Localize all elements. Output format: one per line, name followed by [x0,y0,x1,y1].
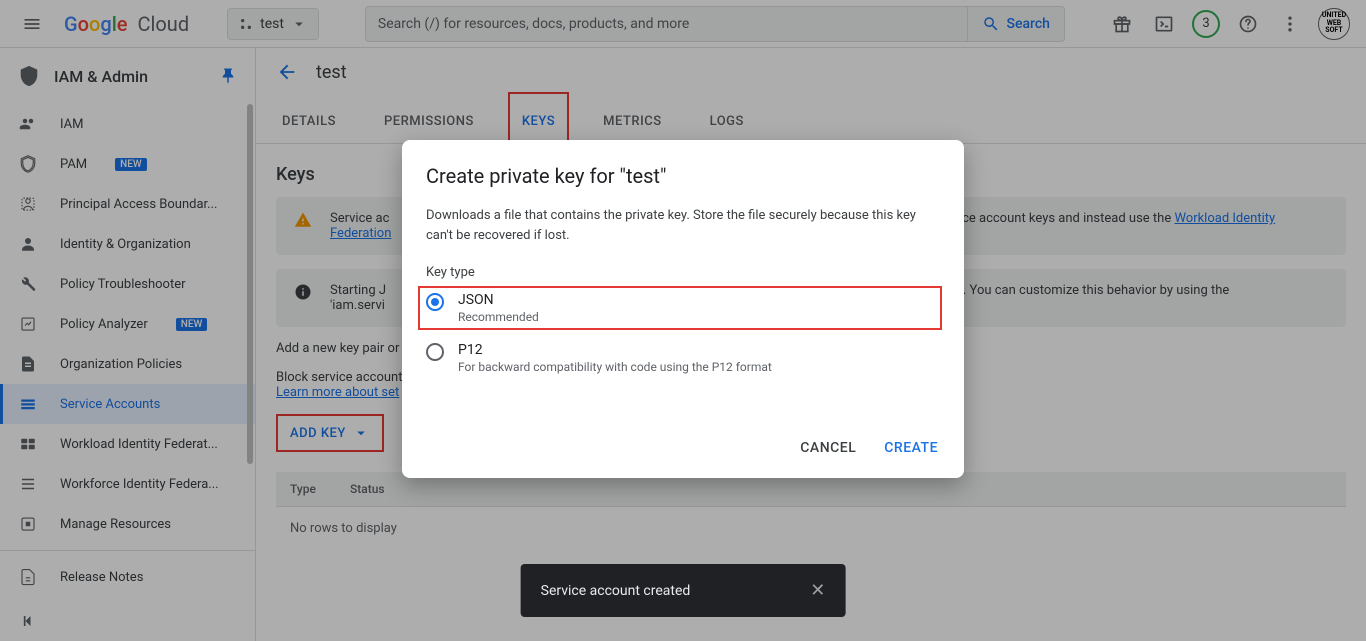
radio-label: JSON [458,292,539,308]
radio-option-p12[interactable]: P12 For backward compatibility with code … [426,342,940,374]
radio-hint: Recommended [458,310,539,324]
key-type-label: Key type [426,265,940,280]
toast-close-icon[interactable]: ✕ [810,580,825,601]
radio-option-json[interactable]: JSON Recommended [420,288,940,328]
modal-actions: CANCEL CREATE [426,434,940,462]
modal-title: Create private key for "test" [426,164,940,188]
create-button[interactable]: CREATE [882,434,940,462]
create-key-modal: Create private key for "test" Downloads … [402,140,964,478]
toast: Service account created ✕ [521,564,846,617]
radio-label: P12 [458,342,772,358]
key-type-radio-group: JSON Recommended P12 For backward compatibi… [426,288,940,374]
radio-hint: For backward compatibility with code usi… [458,360,772,374]
modal-description: Downloads a file that contains the priva… [426,206,940,245]
toast-message: Service account created [541,583,691,599]
radio-icon [426,293,444,311]
radio-icon [426,343,444,361]
cancel-button[interactable]: CANCEL [798,434,858,462]
